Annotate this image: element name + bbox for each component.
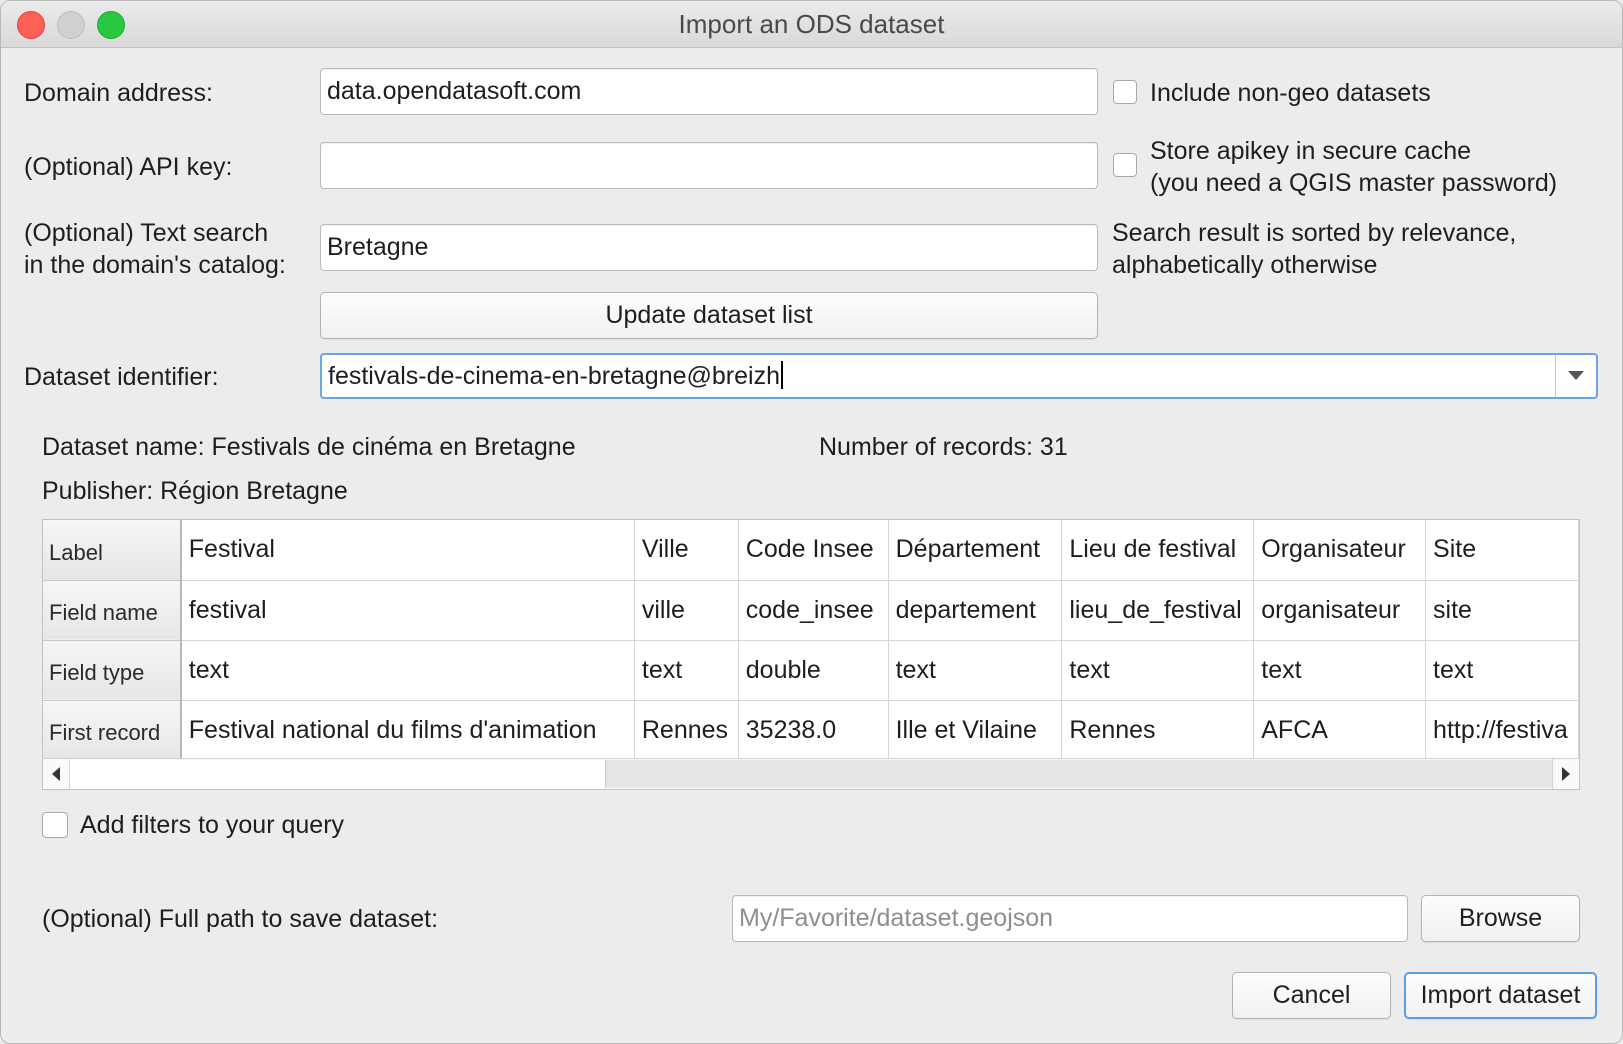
- table-row-label: Label Festival Ville Code Insee Départem…: [43, 520, 1579, 581]
- dataset-fields-table[interactable]: Label Festival Ville Code Insee Départem…: [42, 519, 1580, 790]
- combobox-separator: [1555, 355, 1556, 397]
- table-cell[interactable]: Lieu de festival: [1061, 520, 1255, 581]
- table-cell[interactable]: text: [1061, 640, 1255, 701]
- store-apikey-label-line2: (you need a QGIS master password): [1150, 169, 1558, 197]
- table-cell[interactable]: site: [1425, 580, 1579, 641]
- search-note-line2: alphabetically otherwise: [1112, 251, 1378, 279]
- save-path-label: (Optional) Full path to save dataset:: [42, 905, 439, 933]
- dataset-id-combobox[interactable]: festivals-de-cinema-en-bretagne@breizh: [320, 353, 1598, 399]
- table-cell[interactable]: AFCA: [1253, 700, 1427, 761]
- table-cell[interactable]: Festival: [180, 520, 635, 581]
- row-header-label[interactable]: Label: [43, 520, 182, 581]
- row-header-field-name[interactable]: Field name: [43, 580, 182, 641]
- table-cell[interactable]: Code Insee: [738, 520, 889, 581]
- table-cell[interactable]: ville: [634, 580, 739, 641]
- update-dataset-list-button[interactable]: Update dataset list: [320, 292, 1098, 339]
- table-row-first-record: First record Festival national du films …: [43, 700, 1579, 761]
- table-cell[interactable]: festival: [180, 580, 635, 641]
- table-cell[interactable]: text: [180, 640, 635, 701]
- include-nongeo-checkbox[interactable]: [1113, 80, 1137, 104]
- table-cell[interactable]: Organisateur: [1253, 520, 1427, 581]
- browse-button[interactable]: Browse: [1421, 895, 1580, 942]
- fields-grid: Label Festival Ville Code Insee Départem…: [43, 520, 1579, 761]
- table-cell[interactable]: 35238.0: [738, 700, 889, 761]
- table-cell[interactable]: text: [634, 640, 739, 701]
- table-cell[interactable]: organisateur: [1253, 580, 1427, 641]
- include-nongeo-label: Include non-geo datasets: [1150, 79, 1431, 107]
- domain-label: Domain address:: [24, 79, 213, 107]
- table-cell[interactable]: lieu_de_festival: [1061, 580, 1255, 641]
- search-note-line1: Search result is sorted by relevance,: [1112, 219, 1517, 247]
- table-row-field-name: Field name festival ville code_insee dep…: [43, 580, 1579, 641]
- add-filters-checkbox[interactable]: [42, 812, 68, 838]
- add-filters-label: Add filters to your query: [80, 811, 345, 839]
- table-cell[interactable]: Rennes: [1061, 700, 1255, 761]
- table-row-field-type: Field type text text double text text te…: [43, 640, 1579, 701]
- apikey-label: (Optional) API key:: [24, 153, 233, 181]
- table-cell[interactable]: departement: [888, 580, 1063, 641]
- scrollbar-thumb[interactable]: [70, 760, 606, 788]
- publisher-text: Publisher: Région Bretagne: [42, 477, 348, 505]
- table-cell[interactable]: text: [1253, 640, 1427, 701]
- search-input[interactable]: Bretagne: [320, 224, 1098, 271]
- search-label-line2: in the domain's catalog:: [24, 251, 286, 279]
- scrollbar-track[interactable]: [606, 760, 1552, 788]
- cancel-button[interactable]: Cancel: [1232, 972, 1391, 1019]
- table-cell[interactable]: http://festiva: [1425, 700, 1579, 761]
- row-header-field-type[interactable]: Field type: [43, 640, 182, 701]
- window-title: Import an ODS dataset: [678, 9, 945, 39]
- dataset-id-value[interactable]: festivals-de-cinema-en-bretagne@breizh: [328, 359, 783, 393]
- chevron-down-icon[interactable]: [1568, 371, 1584, 380]
- import-dataset-button[interactable]: Import dataset: [1404, 972, 1597, 1019]
- table-cell[interactable]: Festival national du films d'animation: [180, 700, 635, 761]
- save-path-input[interactable]: My/Favorite/dataset.geojson: [732, 895, 1408, 942]
- horizontal-scrollbar[interactable]: [43, 758, 1579, 789]
- scroll-left-arrow-icon[interactable]: [43, 759, 70, 789]
- table-cell[interactable]: Ille et Vilaine: [888, 700, 1063, 761]
- table-cell[interactable]: Site: [1425, 520, 1579, 581]
- import-dialog: Import an ODS dataset Domain address: da…: [0, 0, 1623, 1044]
- title-bar: Import an ODS dataset: [1, 1, 1622, 48]
- scroll-right-arrow-icon[interactable]: [1552, 759, 1579, 789]
- dataset-id-label: Dataset identifier:: [24, 363, 219, 391]
- store-apikey-checkbox[interactable]: [1113, 153, 1137, 177]
- domain-input[interactable]: data.opendatasoft.com: [320, 68, 1098, 115]
- table-cell[interactable]: Ville: [634, 520, 739, 581]
- row-header-first-record[interactable]: First record: [43, 700, 182, 761]
- dataset-name-text: Dataset name: Festivals de cinéma en Bre…: [42, 433, 576, 461]
- table-cell[interactable]: double: [738, 640, 889, 701]
- record-count-text: Number of records: 31: [819, 433, 1068, 461]
- text-caret: [780, 361, 783, 389]
- table-cell[interactable]: code_insee: [738, 580, 889, 641]
- table-cell[interactable]: Département: [888, 520, 1063, 581]
- store-apikey-label-line1: Store apikey in secure cache: [1150, 137, 1472, 165]
- search-label-line1: (Optional) Text search: [24, 219, 269, 247]
- table-cell[interactable]: text: [1425, 640, 1579, 701]
- table-cell[interactable]: Rennes: [634, 700, 739, 761]
- table-cell[interactable]: text: [888, 640, 1063, 701]
- apikey-input[interactable]: [320, 142, 1098, 189]
